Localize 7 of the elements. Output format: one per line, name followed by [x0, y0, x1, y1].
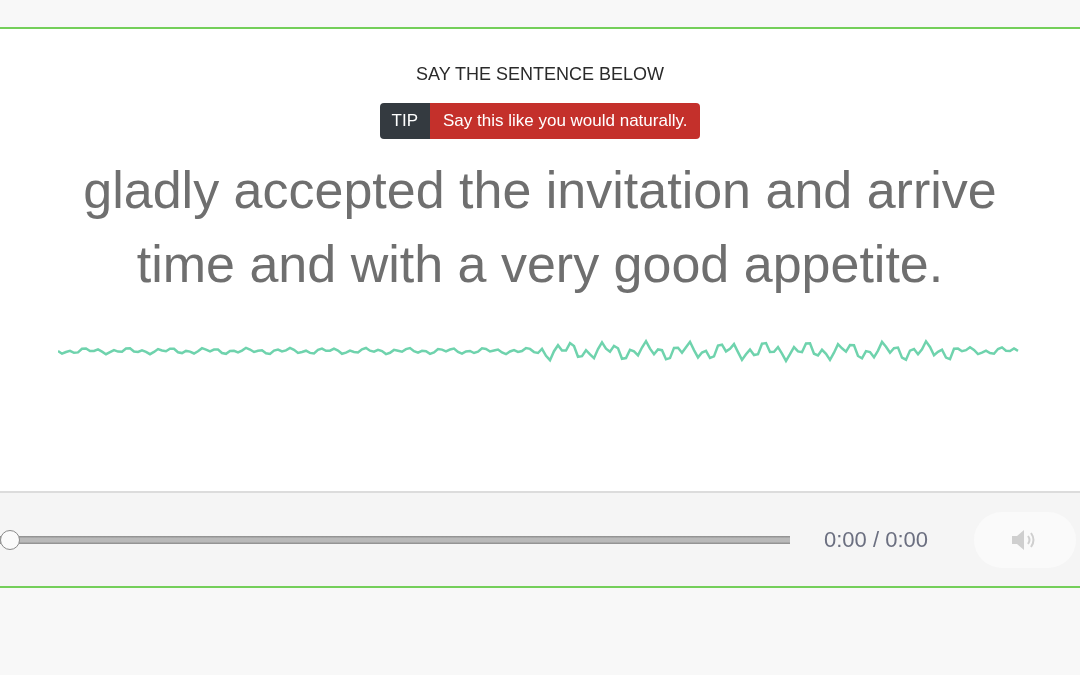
time-readout: 0:00 / 0:00 — [824, 526, 928, 553]
tip-text: Say this like you would naturally. — [430, 103, 701, 139]
instruction-heading: SAY THE SENTENCE BELOW — [415, 64, 665, 85]
sentence-line: gladly accepted the invitation and arrive — [83, 160, 997, 221]
sentence-line: time and with a very good appetite. — [136, 234, 944, 295]
tip-label: TIP — [379, 103, 430, 139]
slider-thumb[interactable] — [0, 529, 20, 550]
